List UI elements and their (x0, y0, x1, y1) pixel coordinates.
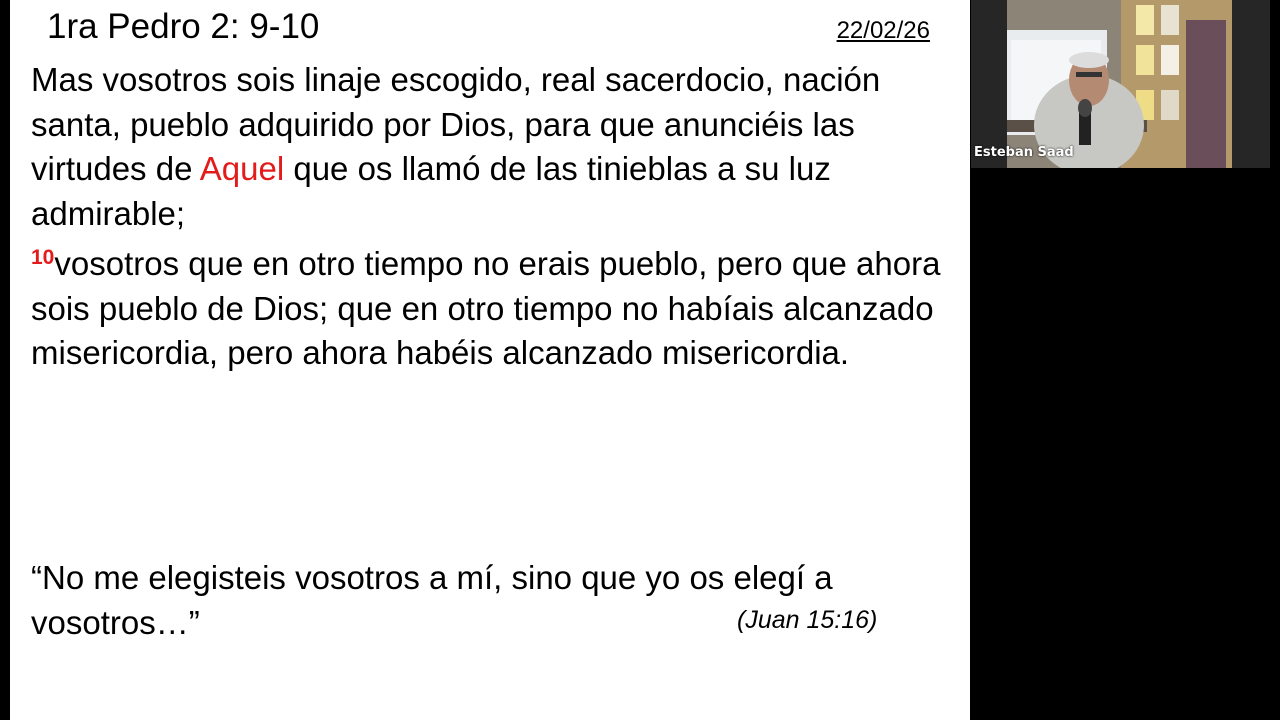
participant-name: Esteban Saad (974, 145, 1074, 160)
slide-title: 1ra Pedro 2: 9-10 (47, 7, 320, 46)
verse-highlight: Aquel (199, 150, 285, 187)
presentation-slide: 1ra Pedro 2: 9-10 22/02/26 Mas vosotros … (10, 0, 970, 720)
verse-number-10: 10 (31, 246, 55, 269)
slide-date: 22/02/26 (836, 17, 930, 44)
quote-reference: (Juan 15:16) (737, 606, 878, 634)
verse-text: Mas vosotros sois linaje escogido, real … (31, 58, 951, 376)
participant-video-tile[interactable]: Esteban Saad (971, 0, 1270, 168)
verse-10-text: vosotros que en otro tiempo no erais pue… (31, 245, 941, 371)
participant-video-feed (971, 0, 1270, 168)
